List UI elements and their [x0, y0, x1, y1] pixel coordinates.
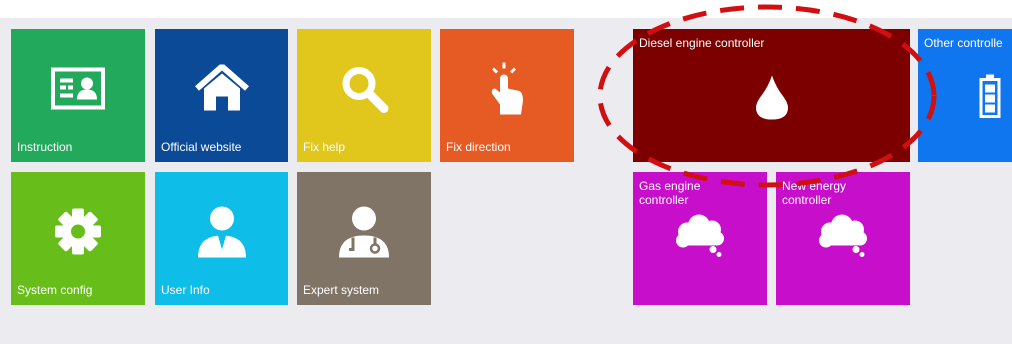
home-icon [194, 62, 249, 118]
tile-fix-help[interactable]: Fix help [297, 29, 431, 162]
tile-instruction[interactable]: Instruction [11, 29, 145, 162]
touch-hand-icon [487, 61, 527, 122]
tile-label: Diesel engine controller [639, 36, 765, 50]
tile-official-website[interactable]: Official website [155, 29, 288, 162]
tile-new-energy-controller[interactable]: New energy controller [776, 172, 910, 305]
search-icon [339, 64, 389, 119]
tile-label: Expert system [303, 283, 380, 297]
tile-label: Fix direction [446, 140, 511, 154]
tile-label: Fix help [303, 140, 346, 154]
cloud-icon [673, 214, 727, 263]
tile-other-controller[interactable]: Other controlle [918, 29, 1012, 162]
battery-icon [979, 74, 1001, 124]
droplet-icon [754, 74, 790, 127]
gear-icon [53, 207, 103, 262]
tile-fix-direction[interactable]: Fix direction [440, 29, 574, 162]
tile-label: User Info [161, 283, 210, 297]
doctor-icon [337, 206, 391, 263]
cloud-icon [816, 214, 870, 263]
tile-label: New energy controller [782, 179, 847, 207]
tile-label: Official website [161, 140, 242, 154]
id-card-icon [51, 67, 105, 115]
tile-label: Other controlle [924, 36, 1003, 50]
tile-expert-system[interactable]: Expert system [297, 172, 431, 305]
tile-diesel-engine-controller[interactable]: Diesel engine controller [633, 29, 910, 162]
tile-label: Instruction [17, 140, 73, 154]
tile-label: Gas engine controller [639, 179, 701, 207]
tile-user-info[interactable]: User Info [155, 172, 288, 305]
tile-label: System config [17, 283, 93, 297]
user-icon [196, 206, 248, 263]
tile-gas-engine-controller[interactable]: Gas engine controller [633, 172, 767, 305]
tile-system-config[interactable]: System config [11, 172, 145, 305]
